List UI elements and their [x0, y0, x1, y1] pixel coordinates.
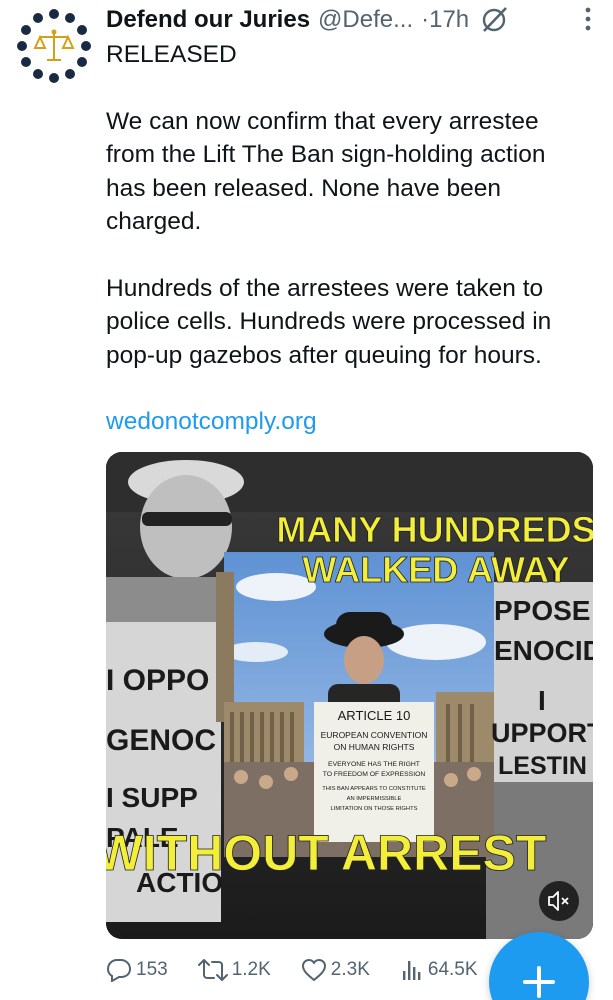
grok-icon[interactable]: [479, 5, 509, 35]
like-count: 2.3K: [330, 959, 370, 980]
more-options-icon[interactable]: [583, 6, 593, 32]
display-name[interactable]: Defend our Juries: [106, 6, 310, 34]
sign-text: I OPPO: [106, 664, 209, 697]
sign-text: EVERYONE HAS THE RIGHT: [328, 761, 420, 768]
sign-text: LIMITATION ON THOSE RIGHTS: [331, 806, 418, 812]
sign-text: EUROPEAN CONVENTION: [321, 730, 428, 740]
tweet-header: Defend our Juries @Defe... ·17h: [106, 2, 601, 38]
avatar[interactable]: [14, 6, 94, 86]
user-handle[interactable]: @Defe...: [318, 6, 413, 34]
sign-text: ARTICLE 10: [338, 708, 411, 723]
sign-text: TO FREEDOM OF EXPRESSION: [323, 771, 426, 778]
views-button[interactable]: 64.5K: [400, 958, 478, 982]
sign-text: GENOC: [106, 724, 216, 757]
sign-text: UPPORT: [491, 718, 593, 748]
analytics-icon: [402, 961, 421, 980]
repost-icon: [197, 959, 228, 981]
repost-button[interactable]: 1.2K: [197, 958, 271, 982]
tweet-link[interactable]: wedonotcomply.org: [106, 405, 596, 439]
reply-count: 153: [136, 959, 168, 980]
scales-of-justice-logo: [14, 6, 94, 86]
sign-text: ON HUMAN RIGHTS: [334, 742, 415, 752]
tweet-paragraph: Hundreds of the arrestees were taken to …: [106, 274, 552, 369]
sign-text: PPOSE: [494, 595, 590, 626]
views-count: 64.5K: [427, 959, 478, 980]
repost-count: 1.2K: [231, 959, 271, 980]
tweet-actions: 153 1.2K 2.3K 64.5K: [106, 952, 506, 988]
speaker-muted-icon: [548, 891, 569, 911]
heart-icon: [301, 959, 326, 981]
overlay-caption-top: WALKED AWAY: [302, 549, 569, 590]
tweet-title: RELEASED: [106, 41, 237, 68]
overlay-caption-bottom: WITHOUT ARREST: [106, 825, 546, 881]
reply-icon: [106, 959, 132, 982]
timestamp[interactable]: ·17h: [421, 6, 469, 34]
tweet-paragraph: We can now confirm that every arrestee f…: [106, 107, 546, 236]
sign-text: LESTIN: [498, 752, 587, 780]
plus-icon: [523, 966, 555, 998]
overlay-caption-top: MANY HUNDREDS: [276, 509, 593, 550]
sign-text: ENOCID: [494, 635, 593, 666]
tweet-text: RELEASED We can now confirm that every a…: [106, 38, 596, 439]
video-thumbnail: ARTICLE 10 EUROPEAN CONVENTION ON HUMAN …: [106, 452, 593, 939]
sign-text: THIS BAN APPEARS TO CONSTITUTE: [322, 786, 426, 792]
sign-text: I: [538, 685, 546, 716]
reply-button[interactable]: 153: [106, 958, 168, 982]
video-player[interactable]: ARTICLE 10 EUROPEAN CONVENTION ON HUMAN …: [106, 452, 593, 939]
compose-button[interactable]: [489, 932, 589, 1000]
sign-text: AN IMPERMISSIBLE: [347, 796, 402, 802]
sign-text: I SUPP: [106, 782, 198, 813]
time-text: 17h: [429, 6, 470, 33]
mute-button[interactable]: [539, 881, 579, 921]
like-button[interactable]: 2.3K: [301, 958, 370, 982]
separator-dot: ·: [421, 6, 430, 33]
